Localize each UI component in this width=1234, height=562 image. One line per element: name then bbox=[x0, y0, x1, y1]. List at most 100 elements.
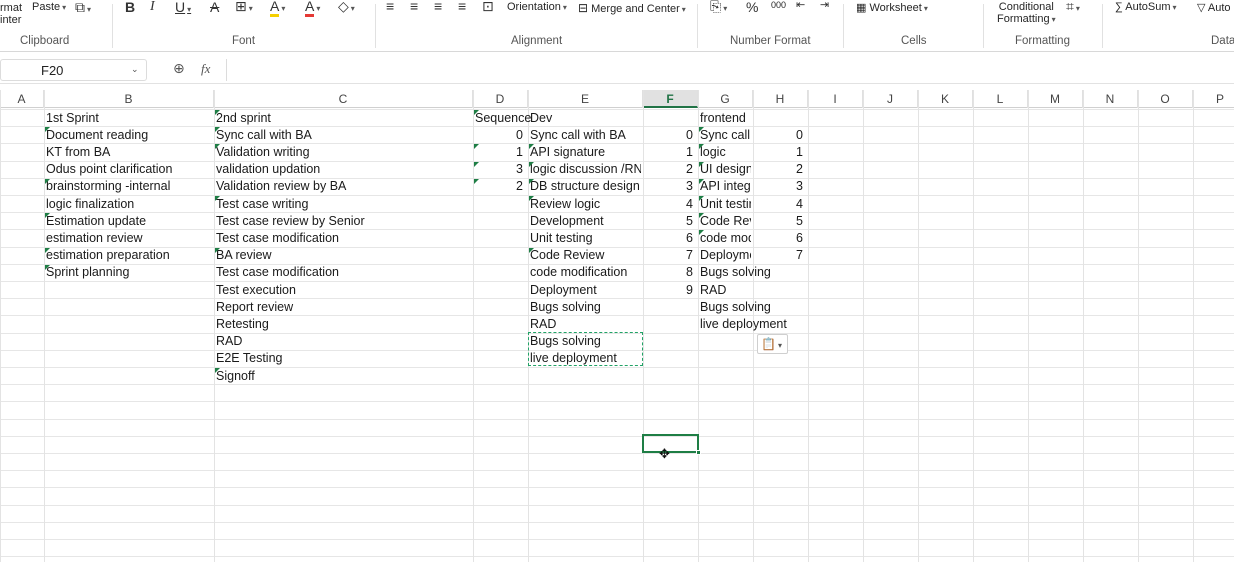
autofilter-button[interactable]: ▽ Auto bbox=[1197, 1, 1231, 14]
cell-c5[interactable]: Validation review by BA bbox=[216, 178, 471, 195]
cell-h3[interactable]: 1 bbox=[755, 144, 806, 161]
cell-f3[interactable]: 1 bbox=[645, 144, 696, 161]
cell-f10[interactable]: 8 bbox=[645, 264, 696, 281]
cell-e7[interactable]: Development bbox=[530, 213, 641, 230]
align-center-icon[interactable]: ≡ bbox=[410, 0, 418, 14]
copy-icon[interactable]: ⧉ ▾ bbox=[75, 0, 91, 16]
cell-e10[interactable]: code modification bbox=[530, 264, 641, 281]
format-painter-button[interactable]: rmat inter bbox=[0, 2, 22, 26]
cell-g8[interactable]: code mod bbox=[700, 230, 751, 247]
cell-c7[interactable]: Test case review by Senior bbox=[216, 213, 471, 230]
column-header-c[interactable]: C bbox=[214, 90, 473, 108]
cell-c12[interactable]: Report review bbox=[216, 299, 471, 316]
cell-g9[interactable]: Deployme bbox=[700, 247, 751, 264]
cell-f5[interactable]: 3 bbox=[645, 178, 696, 195]
clear-format-icon[interactable]: ◇ ▾ bbox=[338, 0, 355, 15]
cell-b4[interactable]: Odus point clarification bbox=[46, 161, 212, 178]
cell-b7[interactable]: Estimation update bbox=[46, 213, 212, 230]
cell-d3[interactable]: 1 bbox=[475, 144, 526, 161]
cell-g13[interactable]: live deployment bbox=[700, 316, 810, 333]
column-header-d[interactable]: D bbox=[473, 90, 528, 108]
cell-f6[interactable]: 4 bbox=[645, 196, 696, 213]
worksheet-button[interactable]: ▦ Worksheet ▾ bbox=[856, 1, 928, 14]
cell-f8[interactable]: 6 bbox=[645, 230, 696, 247]
font-color-icon[interactable]: A ▾ bbox=[305, 0, 320, 17]
cell-g7[interactable]: Code Revi bbox=[700, 213, 751, 230]
cell-e5[interactable]: DB structure design /t bbox=[530, 178, 641, 195]
cell-g11[interactable]: RAD bbox=[700, 282, 810, 299]
cell-f7[interactable]: 5 bbox=[645, 213, 696, 230]
function-icon[interactable]: fx bbox=[201, 61, 210, 77]
cell-b5[interactable]: brainstorming -internal bbox=[46, 178, 212, 195]
cell-h8[interactable]: 6 bbox=[755, 230, 806, 247]
justify-icon[interactable]: ≡ bbox=[458, 0, 466, 14]
increase-decimal-icon[interactable]: ⇤ bbox=[796, 0, 805, 11]
cell-e9[interactable]: Code Review bbox=[530, 247, 641, 264]
cell-e8[interactable]: Unit testing bbox=[530, 230, 641, 247]
cell-b9[interactable]: estimation preparation bbox=[46, 247, 212, 264]
cell-d5[interactable]: 2 bbox=[475, 178, 526, 195]
cell-f1[interactable] bbox=[645, 110, 696, 127]
column-header-h[interactable]: H bbox=[753, 90, 808, 108]
cell-b6[interactable]: logic finalization bbox=[46, 196, 212, 213]
cell-h2[interactable]: 0 bbox=[755, 127, 806, 144]
cell-e13[interactable]: RAD bbox=[530, 316, 641, 333]
cell-c10[interactable]: Test case modification bbox=[216, 264, 471, 281]
column-header-b[interactable]: B bbox=[44, 90, 214, 108]
cell-g10[interactable]: Bugs solving bbox=[700, 264, 810, 281]
conditional-formatting-button[interactable]: Conditional Formatting ▾ bbox=[997, 1, 1056, 25]
cell-g4[interactable]: UI design bbox=[700, 161, 751, 178]
borders-icon[interactable]: ⊞ ▾ bbox=[235, 0, 253, 15]
italic-button[interactable]: I bbox=[150, 0, 155, 15]
cell-f2[interactable]: 0 bbox=[645, 127, 696, 144]
cell-g3[interactable]: logic bbox=[700, 144, 751, 161]
autosum-button[interactable]: ∑ AutoSum ▾ bbox=[1115, 1, 1177, 13]
orientation-button[interactable]: Orientation ▾ bbox=[507, 1, 567, 13]
cell-f9[interactable]: 7 bbox=[645, 247, 696, 264]
fill-handle[interactable] bbox=[696, 450, 701, 455]
cell-e6[interactable]: Review logic bbox=[530, 196, 641, 213]
decrease-decimal-icon[interactable]: ⇥ bbox=[820, 0, 829, 11]
cell-d1[interactable]: Sequence bbox=[475, 110, 535, 127]
chevron-down-icon[interactable]: ⌄ bbox=[131, 64, 139, 75]
column-header-e[interactable]: E bbox=[528, 90, 643, 108]
column-header-p[interactable]: P bbox=[1193, 90, 1234, 108]
column-header-i[interactable]: I bbox=[808, 90, 863, 108]
merge-center-button[interactable]: ⊟ Merge and Center ▾ bbox=[578, 1, 686, 15]
cell-h9[interactable]: 7 bbox=[755, 247, 806, 264]
cell-e11[interactable]: Deployment bbox=[530, 282, 641, 299]
number-format-icon[interactable]: ⎘ ▾ bbox=[710, 0, 727, 15]
paste-options-button[interactable]: 📋 ▾ bbox=[757, 334, 788, 354]
format-table-icon[interactable]: ⌗ ▾ bbox=[1066, 0, 1080, 15]
cell-h7[interactable]: 5 bbox=[755, 213, 806, 230]
cell-c6[interactable]: Test case writing bbox=[216, 196, 471, 213]
cell-e3[interactable]: API signature bbox=[530, 144, 641, 161]
cell-g2[interactable]: Sync call w bbox=[700, 127, 751, 144]
cell-g12[interactable]: Bugs solving bbox=[700, 299, 810, 316]
cell-h1[interactable] bbox=[755, 110, 806, 127]
column-header-n[interactable]: N bbox=[1083, 90, 1138, 108]
column-header-a[interactable]: A bbox=[0, 90, 44, 108]
cell-b3[interactable]: KT from BA bbox=[46, 144, 212, 161]
cell-h5[interactable]: 3 bbox=[755, 178, 806, 195]
column-header-o[interactable]: O bbox=[1138, 90, 1193, 108]
column-header-g[interactable]: G bbox=[698, 90, 753, 108]
cell-b10[interactable]: Sprint planning bbox=[46, 264, 212, 281]
cell-e2[interactable]: Sync call with BA bbox=[530, 127, 641, 144]
column-header-k[interactable]: K bbox=[918, 90, 973, 108]
cell-h6[interactable]: 4 bbox=[755, 196, 806, 213]
wrap-text-icon[interactable]: ⊡ bbox=[482, 0, 494, 15]
formula-input[interactable] bbox=[226, 59, 1234, 81]
cell-d4[interactable]: 3 bbox=[475, 161, 526, 178]
cell-c4[interactable]: validation updation bbox=[216, 161, 471, 178]
name-box[interactable]: F20 bbox=[0, 59, 147, 81]
column-header-m[interactable]: M bbox=[1028, 90, 1083, 108]
underline-button[interactable]: U ▾ bbox=[175, 0, 191, 15]
zoom-icon[interactable]: ⊕ bbox=[173, 60, 185, 77]
bold-button[interactable]: B bbox=[125, 0, 135, 15]
cell-g6[interactable]: Unit testir bbox=[700, 196, 751, 213]
cell-c14[interactable]: RAD bbox=[216, 333, 471, 350]
cell-f11[interactable]: 9 bbox=[645, 282, 696, 299]
cell-c9[interactable]: BA review bbox=[216, 247, 471, 264]
cell-c15[interactable]: E2E Testing bbox=[216, 350, 471, 367]
